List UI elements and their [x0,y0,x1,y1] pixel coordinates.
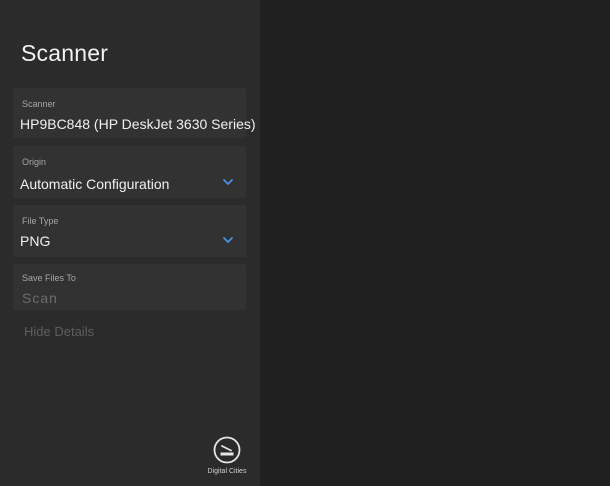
scanner-select[interactable]: Scanner HP9BC848 (HP DeskJet 3630 Series… [13,88,256,138]
page-title: Scanner [21,40,109,66]
sidebar-panel: Scanner Scanner HP9BC848 (HP DeskJet 363… [0,0,260,486]
file-type-label: File Type [22,216,59,226]
origin-label: Origin [22,157,47,167]
scan-icon [213,436,241,464]
save-files-to-field[interactable]: Save Files To Scan [13,264,246,310]
file-type-value: PNG [20,233,51,249]
scanner-value: HP9BC848 (HP DeskJet 3630 Series) [20,116,256,132]
origin-value: Automatic Configuration [20,176,170,192]
save-files-to-label: Save Files To [22,273,76,283]
chevron-down-icon [223,237,233,243]
file-type-dropdown[interactable]: File Type PNG [13,205,246,257]
scanner-label: Scanner [22,99,56,109]
scan-button[interactable]: Digital Cities [203,436,251,482]
save-files-to-value: Scan [22,290,58,306]
chevron-down-icon [223,179,233,185]
scan-button-label: Digital Cities [207,468,247,475]
origin-dropdown[interactable]: Origin Automatic Configuration [13,146,246,198]
preview-area [260,0,610,486]
hide-details-link[interactable]: Hide Details [24,324,94,339]
